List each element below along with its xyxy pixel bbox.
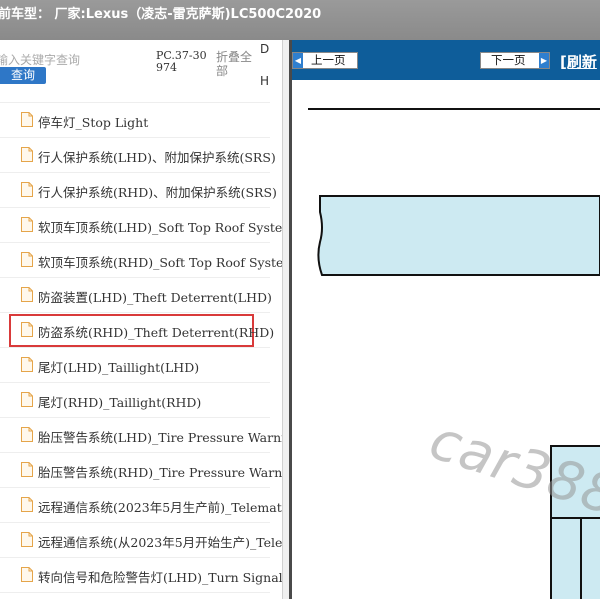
extra-label-bottom: H: [260, 74, 270, 88]
document-icon: [21, 532, 33, 547]
tree-item-label: 行人保护系统(RHD)、附加保护系统(SRS): [38, 185, 277, 200]
document-icon: [21, 567, 33, 582]
collapse-all-button[interactable]: 折叠全部: [216, 50, 256, 78]
tree-item-label: 软顶车顶系统(RHD)_Soft Top Roof System: [38, 255, 282, 270]
next-page-label: 下一页: [491, 53, 526, 67]
tree-item[interactable]: 胎压警告系统(RHD)_Tire Pressure Warning: [0, 452, 282, 487]
document-icon: [21, 497, 33, 512]
document-icon: [21, 392, 33, 407]
arrow-left-icon: ◀: [293, 53, 303, 68]
tree-item-label: 胎压警告系统(RHD)_Tire Pressure Warning: [38, 465, 282, 480]
document-icon: [21, 252, 33, 267]
tree-item[interactable]: 尾灯(RHD)_Taillight(RHD): [0, 382, 270, 417]
tree-item[interactable]: 防盗系统(RHD)_Theft Deterrent(RHD): [0, 312, 274, 347]
next-page-button[interactable]: 下一页 ▶: [480, 52, 550, 69]
left-panel: 查询 PC.37-30974 折叠全部 D H 停车灯_Stop Light 行人…: [0, 40, 282, 599]
tree-item[interactable]: 转向信号和危险警告灯(RHD)_Turn Signal: [0, 592, 270, 599]
document-icon: [21, 322, 33, 337]
arrow-right-icon: ▶: [539, 53, 549, 68]
tree-item-label: 转向信号和危险警告灯(LHD)_Turn Signal: [38, 570, 282, 585]
refresh-link[interactable]: [刷新: [560, 51, 597, 72]
right-panel: ◀ 上一页 下一页 ▶ [刷新: [292, 40, 600, 599]
document-icon: [21, 112, 33, 127]
tree-item-label: 尾灯(LHD)_Taillight(LHD): [38, 360, 200, 375]
tree-item[interactable]: 行人保护系统(RHD)、附加保护系统(SRS): [0, 172, 277, 207]
viewer-toolbar: ◀ 上一页 下一页 ▶ [刷新: [292, 40, 600, 80]
document-icon: [21, 182, 33, 197]
document-tree: 停车灯_Stop Light 行人保护系统(LHD)、附加保护系统(SRS) 行人保…: [0, 102, 282, 599]
tree-item-label: 停车灯_Stop Light: [38, 115, 149, 130]
extra-label-top: D: [260, 42, 270, 56]
diagram-component-inner: [580, 517, 600, 599]
document-icon: [21, 217, 33, 232]
wiring-diagram: [308, 108, 600, 599]
tree-item[interactable]: 胎压警告系统(LHD)_Tire Pressure Warning: [0, 417, 282, 452]
tree-item[interactable]: 转向信号和危险警告灯(LHD)_Turn Signal: [0, 557, 282, 592]
tree-item-label: 防盗系统(RHD)_Theft Deterrent(RHD): [38, 325, 275, 340]
tree-item[interactable]: 软顶车顶系统(LHD)_Soft Top Roof System: [0, 207, 282, 242]
tree-item-label: 防盗装置(LHD)_Theft Deterrent(LHD): [38, 290, 272, 305]
document-icon: [21, 462, 33, 477]
tree-item-label: 软顶车顶系统(LHD)_Soft Top Roof System: [38, 220, 282, 235]
tree-item[interactable]: 远程通信系统(从2023年5月开始生产)_Telematics: [0, 522, 282, 557]
tree-item[interactable]: 尾灯(LHD)_Taillight(LHD): [0, 347, 270, 382]
tree-item-label: 尾灯(RHD)_Taillight(RHD): [38, 395, 202, 410]
tree-item-label: 远程通信系统(2023年5月生产前)_Telematics: [38, 500, 282, 515]
tree-item[interactable]: 行人保护系统(LHD)、附加保护系统(SRS): [0, 137, 276, 172]
query-button[interactable]: 查询: [0, 67, 46, 84]
document-icon: [21, 357, 33, 372]
diagram-connector-bar: [317, 195, 600, 276]
tree-item-label: 行人保护系统(LHD)、附加保护系统(SRS): [38, 150, 276, 165]
tree-item-label: 远程通信系统(从2023年5月开始生产)_Telematics: [38, 535, 282, 550]
tree-item[interactable]: 远程通信系统(2023年5月生产前)_Telematics: [0, 487, 282, 522]
tree-item[interactable]: 防盗装置(LHD)_Theft Deterrent(LHD): [0, 277, 272, 312]
pc-code: PC.37-30974: [156, 49, 207, 74]
tree-item[interactable]: 停车灯_Stop Light: [0, 102, 270, 137]
prev-page-label: 上一页: [311, 53, 346, 67]
document-icon: [21, 427, 33, 442]
prev-page-button[interactable]: ◀ 上一页: [292, 52, 358, 69]
tree-item-label: 胎压警告系统(LHD)_Tire Pressure Warning: [38, 430, 282, 445]
document-icon: [21, 147, 33, 162]
search-area: 查询 PC.37-30974 折叠全部 D H: [0, 40, 282, 100]
document-icon: [21, 287, 33, 302]
window-title: 前车型： 厂家:Lexus（凌志-雷克萨斯)LC500C2020: [0, 7, 322, 22]
tree-item[interactable]: 软顶车顶系统(RHD)_Soft Top Roof System: [0, 242, 282, 277]
title-bar: 前车型： 厂家:Lexus（凌志-雷克萨斯)LC500C2020: [0, 0, 600, 40]
